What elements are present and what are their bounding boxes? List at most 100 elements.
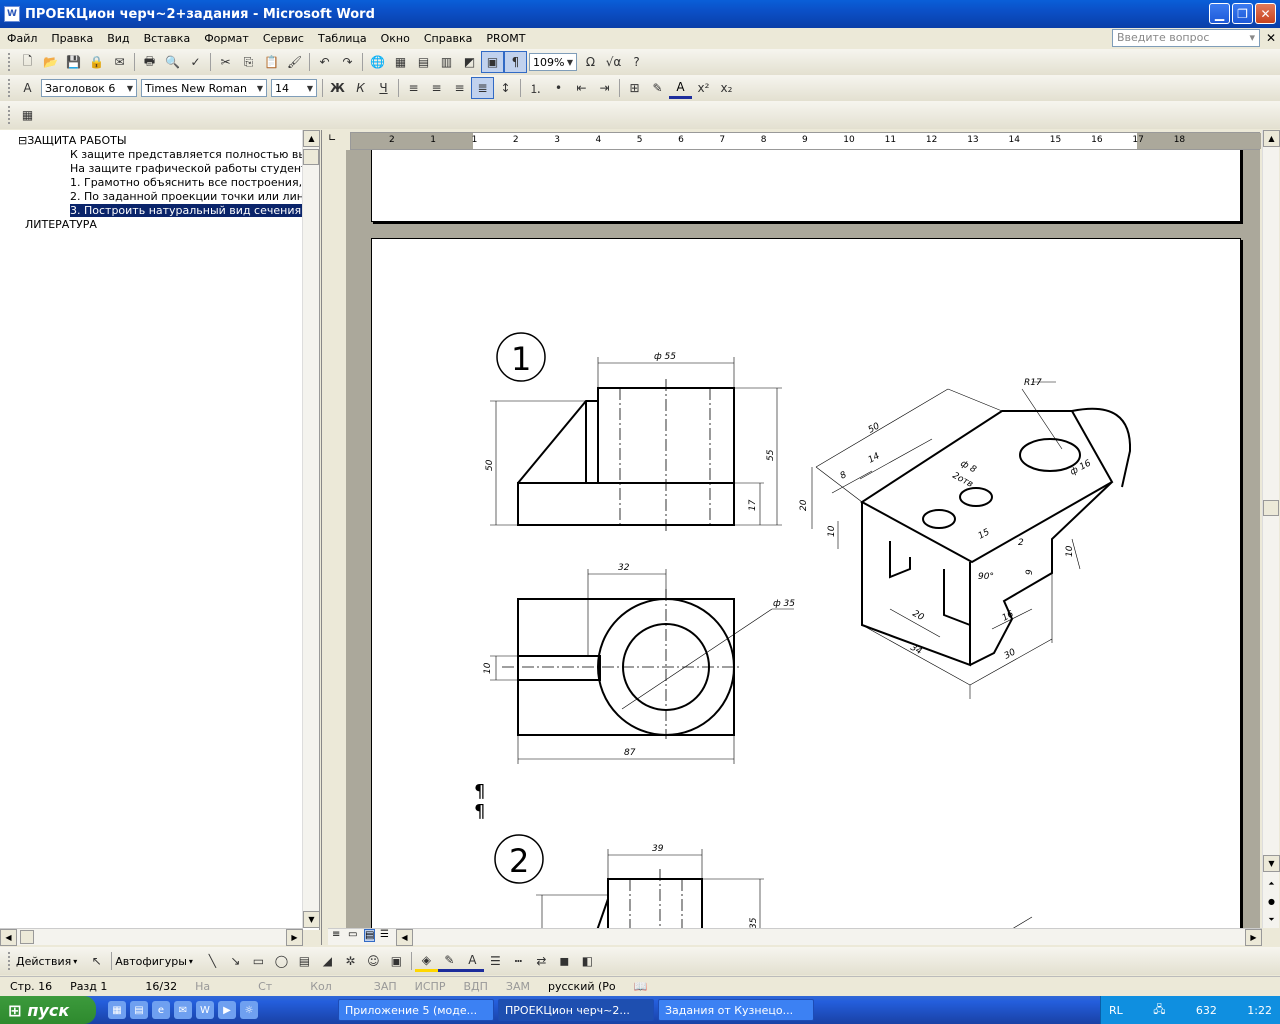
- document-area[interactable]: 1 ф 55 50 55 17 32 ф 35 10 87 R17 50 8 1…: [346, 150, 1260, 928]
- styles-icon[interactable]: A: [16, 77, 39, 99]
- draw-font-color-icon[interactable]: A: [460, 950, 484, 972]
- menu-format[interactable]: Формат: [197, 32, 256, 45]
- clipart-icon[interactable]: ☺: [362, 950, 385, 972]
- print-view-icon[interactable]: ▤: [364, 929, 376, 942]
- status-ovr[interactable]: ЗАМ: [506, 980, 530, 993]
- scroll-left-icon[interactable]: ◀: [0, 929, 17, 946]
- actions-button[interactable]: Действия: [16, 955, 71, 968]
- align-right-icon[interactable]: ≡: [448, 77, 471, 99]
- quicklaunch-ie-icon[interactable]: e: [152, 1001, 170, 1019]
- superscript-icon[interactable]: x²: [692, 77, 715, 99]
- menu-promt[interactable]: PROMT: [479, 32, 532, 45]
- textbox-icon[interactable]: ▤: [293, 950, 316, 972]
- excel-icon[interactable]: ▤: [412, 51, 435, 73]
- paste-icon[interactable]: 📋: [260, 51, 283, 73]
- copy-icon[interactable]: ⎘: [237, 51, 260, 73]
- italic-button[interactable]: К: [349, 77, 372, 99]
- menu-view[interactable]: Вид: [100, 32, 136, 45]
- pane-splitter[interactable]: [321, 130, 325, 945]
- menu-table[interactable]: Таблица: [311, 32, 374, 45]
- borders-icon[interactable]: ⊞: [623, 77, 646, 99]
- maximize-button[interactable]: ❐: [1232, 3, 1253, 24]
- fill-color-icon[interactable]: ◈: [414, 950, 438, 972]
- select-objects-icon[interactable]: ↖: [85, 950, 108, 972]
- nav-scroll-thumb[interactable]: [303, 149, 319, 165]
- scroll-down-icon[interactable]: ▼: [1263, 855, 1280, 872]
- symbol-icon[interactable]: Ω: [579, 51, 602, 73]
- style-select[interactable]: Заголовок 6 ▼: [41, 79, 137, 97]
- quicklaunch-folder-icon[interactable]: ▤: [130, 1001, 148, 1019]
- oval-icon[interactable]: ◯: [270, 950, 293, 972]
- nav-scrollbar[interactable]: ▲ ▼: [302, 130, 320, 928]
- bullets-icon[interactable]: •: [547, 77, 570, 99]
- docmap-icon[interactable]: ▣: [481, 51, 504, 73]
- undo-icon[interactable]: ↶: [313, 51, 336, 73]
- normal-view-icon[interactable]: ≡: [332, 929, 340, 940]
- status-rec[interactable]: ЗАП: [374, 980, 397, 993]
- print-icon[interactable]: 🖶: [138, 51, 161, 73]
- menu-insert[interactable]: Вставка: [137, 32, 198, 45]
- nav-item-4[interactable]: 2. По заданной проекции точки или линии: [70, 190, 302, 203]
- task-proekcion[interactable]: ПРОЕКЦион черч~2...: [498, 999, 654, 1021]
- menu-help[interactable]: Справка: [417, 32, 479, 45]
- nav-item-protection[interactable]: ⊟ЗАЩИТА РАБОТЫ: [18, 134, 300, 147]
- preview-icon[interactable]: 🔍: [161, 51, 184, 73]
- scroll-right-icon[interactable]: ▶: [1245, 929, 1262, 946]
- justify-icon[interactable]: ≣: [471, 77, 494, 99]
- new-icon[interactable]: 🗋: [16, 51, 39, 73]
- scroll-up-icon[interactable]: ▲: [303, 130, 320, 147]
- columns-icon[interactable]: ▥: [435, 51, 458, 73]
- prev-page-icon[interactable]: ⏶: [1263, 875, 1280, 892]
- status-trk[interactable]: ИСПР: [415, 980, 446, 993]
- zoom-select[interactable]: 109% ▼: [529, 53, 577, 71]
- line-style-icon[interactable]: ☰: [484, 950, 507, 972]
- doc-scroll-thumb[interactable]: [1263, 500, 1279, 516]
- horizontal-ruler[interactable]: 2 1 1 2 3 4 5 6 7 8 9 10 11 12 13 14 15 16 17 18: [350, 132, 1261, 150]
- menu-tools[interactable]: Сервис: [256, 32, 311, 45]
- redo-icon[interactable]: ↷: [336, 51, 359, 73]
- tray-network-icon[interactable]: 🖧: [1153, 1001, 1165, 1020]
- line-spacing-icon[interactable]: ↕: [494, 77, 517, 99]
- save-icon[interactable]: 💾: [62, 51, 85, 73]
- quicklaunch-other-icon[interactable]: ☼: [240, 1001, 258, 1019]
- doc-hscrollbar[interactable]: ≡ ▭ ▤ ☰ ◀ ▶: [328, 928, 1262, 946]
- rectangle-icon[interactable]: ▭: [247, 950, 270, 972]
- permission-icon[interactable]: 🔒: [85, 51, 108, 73]
- help-icon[interactable]: ?: [625, 51, 648, 73]
- menu-file[interactable]: Файл: [0, 32, 44, 45]
- next-page-icon[interactable]: ⏷: [1263, 911, 1280, 928]
- open-icon[interactable]: 📂: [39, 51, 62, 73]
- scroll-right-icon[interactable]: ▶: [286, 929, 303, 946]
- browse-object-icon[interactable]: ●: [1263, 893, 1280, 910]
- close-button[interactable]: ✕: [1255, 3, 1276, 24]
- dash-style-icon[interactable]: ┅: [507, 950, 530, 972]
- task-zadaniya[interactable]: Задания от Кузнецо...: [658, 999, 814, 1021]
- arrow-style-icon[interactable]: ⇄: [530, 950, 553, 972]
- hscroll-thumb[interactable]: [20, 930, 34, 944]
- underline-button[interactable]: Ч: [372, 77, 395, 99]
- format-painter-icon[interactable]: 🖌: [283, 51, 306, 73]
- wordart-icon[interactable]: ◢: [316, 950, 339, 972]
- numbering-icon[interactable]: ⒈: [524, 77, 547, 99]
- size-select[interactable]: 14 ▼: [271, 79, 317, 97]
- document-vscrollbar[interactable]: ▲ ▼ ⏶ ● ⏷: [1262, 130, 1280, 928]
- start-button[interactable]: ⊞ пуск: [0, 996, 96, 1024]
- nav-item-2[interactable]: На защите графической работы студент д: [70, 162, 302, 175]
- font-select[interactable]: Times New Roman ▼: [141, 79, 267, 97]
- tray-language[interactable]: RL: [1109, 1004, 1123, 1017]
- scroll-down-icon[interactable]: ▼: [303, 911, 320, 928]
- decrease-indent-icon[interactable]: ⇤: [570, 77, 593, 99]
- tab-selector[interactable]: ∟: [328, 133, 346, 149]
- arrow-icon[interactable]: ↘: [224, 950, 247, 972]
- line-icon[interactable]: ╲: [201, 950, 224, 972]
- quicklaunch-app-icon[interactable]: ✉: [174, 1001, 192, 1019]
- quicklaunch-desktop-icon[interactable]: ▦: [108, 1001, 126, 1019]
- 3d-icon[interactable]: ◧: [576, 950, 599, 972]
- drawing-icon[interactable]: ◩: [458, 51, 481, 73]
- quicklaunch-media-icon[interactable]: ▶: [218, 1001, 236, 1019]
- diagram-icon[interactable]: ✲: [339, 950, 362, 972]
- spelling-status-icon[interactable]: 📖: [634, 980, 648, 993]
- align-left-icon[interactable]: ≡: [402, 77, 425, 99]
- menu-edit[interactable]: Правка: [44, 32, 100, 45]
- hyperlink-icon[interactable]: 🌐: [366, 51, 389, 73]
